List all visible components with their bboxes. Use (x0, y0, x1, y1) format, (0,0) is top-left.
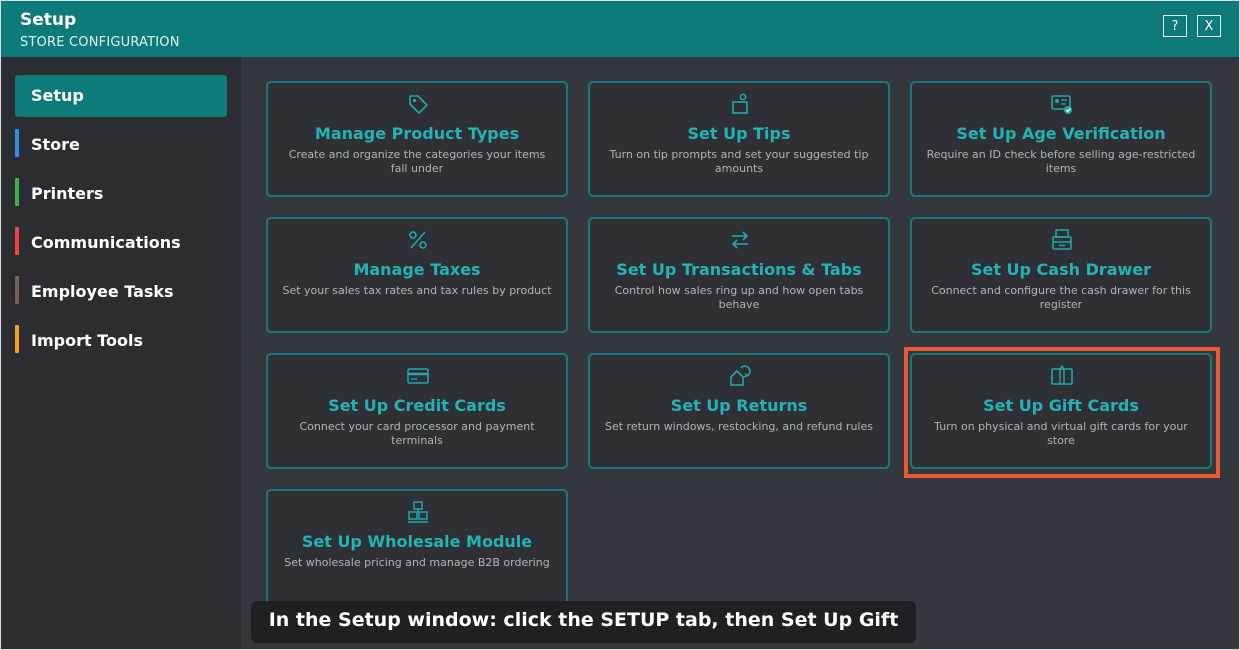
sidebar-item-printers[interactable]: Printers (15, 173, 227, 215)
card-description: Connect and configure the cash drawer fo… (931, 284, 1191, 311)
sidebar-item-setup[interactable]: Setup (15, 75, 227, 117)
card-title: Set Up Age Verification (956, 124, 1166, 143)
card-title: Manage Taxes (353, 260, 481, 279)
card-set-up-returns[interactable]: Set Up Returns Set return windows, resto… (588, 353, 890, 469)
card-set-up-age-verification[interactable]: Set Up Age Verification Require an ID ch… (910, 81, 1212, 197)
credit-card-icon (407, 368, 429, 384)
card-title: Set Up Wholesale Module (301, 532, 533, 551)
color-bar (15, 227, 19, 255)
sidebar-item-employee-tasks[interactable]: Employee Tasks (15, 271, 227, 313)
close-button[interactable]: X (1197, 15, 1221, 37)
card-title: Set Up Cash Drawer (970, 260, 1152, 279)
sidebar: Setup Store Printers Communications Empl… (1, 57, 241, 649)
card-description: Set your sales tax rates and tax rules b… (282, 284, 552, 297)
window-title: Setup (20, 10, 77, 30)
title-bar: Setup STORE CONFIGURATION ? X (1, 1, 1239, 57)
color-bar (15, 129, 19, 157)
card-set-up-tips[interactable]: Set Up Tips Turn on tip prompts and set … (588, 81, 890, 197)
card-description: Set return windows, restocking, and refu… (605, 420, 873, 433)
card-set-up-wholesale-module[interactable]: Set Up Wholesale Module Set wholesale pr… (266, 489, 568, 605)
card-set-up-cash-drawer[interactable]: Set Up Cash Drawer Connect and configure… (910, 217, 1212, 333)
card-description: Turn on tip prompts and set your suggest… (609, 148, 869, 175)
tag-icon (409, 95, 428, 114)
wholesale-boxes-icon (408, 501, 428, 523)
sidebar-item-label: Setup (31, 86, 84, 105)
cash-drawer-icon (1052, 229, 1072, 250)
id-card-check-icon (1051, 95, 1072, 114)
sidebar-item-store[interactable]: Store (15, 124, 227, 166)
card-set-up-credit-cards[interactable]: Set Up Credit Cards Connect your card pr… (266, 353, 568, 469)
card-description: Connect your card processor and payment … (299, 420, 535, 447)
sidebar-item-import-tools[interactable]: Import Tools (15, 320, 227, 362)
card-manage-product-types[interactable]: Manage Product Types Create and organize… (266, 81, 568, 197)
card-set-up-transactions-tabs[interactable]: Set Up Transactions & Tabs Control how s… (588, 217, 890, 333)
color-bar (15, 325, 19, 353)
card-title: Set Up Returns (670, 396, 808, 415)
card-description: Create and organize the categories your … (288, 148, 546, 175)
sidebar-item-label: Communications (31, 233, 181, 252)
card-description: Control how sales ring up and how open t… (614, 284, 864, 311)
card-description: Set wholesale pricing and manage B2B ord… (284, 556, 550, 569)
card-title: Set Up Credit Cards (328, 396, 506, 415)
setup-window: Setup STORE CONFIGURATION ? X Setup Stor… (0, 0, 1240, 650)
card-title: Manage Product Types (314, 124, 520, 143)
help-button[interactable]: ? (1163, 15, 1187, 37)
window-subtitle: STORE CONFIGURATION (20, 35, 180, 50)
sidebar-item-label: Store (31, 135, 80, 154)
sidebar-item-label: Printers (31, 184, 104, 203)
color-bar (15, 178, 19, 206)
target-highlight (904, 347, 1220, 478)
return-icon (730, 365, 751, 386)
card-title: Set Up Tips (687, 124, 791, 143)
swap-arrows-icon (731, 231, 749, 249)
card-description: Require an ID check before selling age-r… (926, 148, 1196, 175)
color-bar (15, 276, 19, 304)
instruction-caption: In the Setup window: click the SETUP tab… (251, 601, 916, 649)
tip-jar-icon (732, 93, 748, 114)
sidebar-item-label: Employee Tasks (31, 282, 174, 301)
sidebar-item-communications[interactable]: Communications (15, 222, 227, 264)
card-manage-taxes[interactable]: Manage Taxes Set your sales tax rates an… (266, 217, 568, 333)
percent-icon (409, 231, 427, 249)
card-title: Set Up Transactions & Tabs (616, 260, 862, 279)
sidebar-item-label: Import Tools (31, 331, 143, 350)
